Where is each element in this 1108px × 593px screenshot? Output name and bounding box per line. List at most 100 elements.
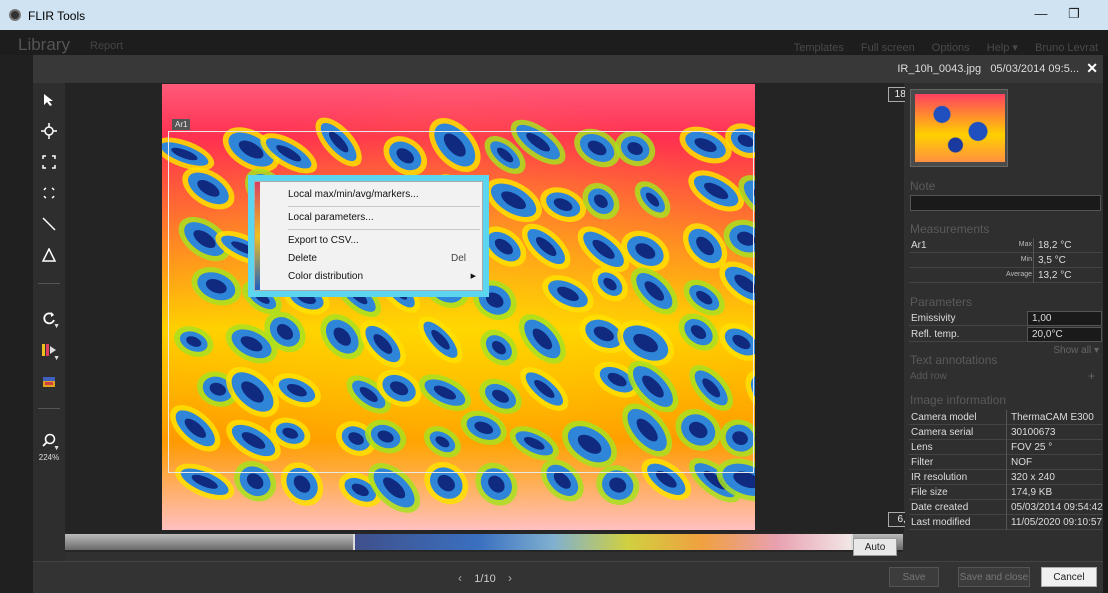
fusion-icon[interactable]	[33, 367, 65, 397]
help-link[interactable]: Help ▾	[987, 42, 1018, 54]
info-value: 30100673	[1006, 425, 1056, 440]
image-editor-dialog: IR_10h_0043.jpg 05/03/2014 09:5... ✕ ▼ ▼…	[33, 55, 1103, 593]
emissivity-input[interactable]: 1,00	[1027, 311, 1102, 326]
add-row-label[interactable]: Add row	[910, 371, 947, 382]
file-info: IR_10h_0043.jpg 05/03/2014 09:5...	[897, 63, 1079, 75]
info-value: 11/05/2020 09:10:57	[1006, 515, 1102, 530]
spot-icon[interactable]	[33, 116, 65, 146]
info-row: Lens FOV 25 °	[909, 440, 1102, 455]
zoom-level: 224%	[38, 453, 60, 462]
editor-header: IR_10h_0043.jpg 05/03/2014 09:5... ✕	[33, 55, 1103, 83]
info-key: Date created	[911, 502, 969, 513]
add-row-plus-icon[interactable]: +	[1088, 369, 1095, 383]
menu-item-label: Color distribution	[288, 271, 364, 282]
palette-icon[interactable]: ▼	[33, 335, 65, 365]
box-icon[interactable]	[33, 147, 65, 177]
note-input[interactable]	[910, 195, 1101, 211]
measurement-name: Ar1	[911, 240, 927, 251]
thermal-image[interactable]: Ar1	[162, 84, 755, 530]
info-key: Filter	[911, 457, 934, 468]
page-indicator: 1/10	[474, 573, 496, 585]
info-row: Last modified 11/05/2020 09:10:57	[909, 515, 1102, 530]
info-key: IR resolution	[911, 472, 968, 483]
window-title: FLIR Tools	[28, 9, 86, 23]
menu-item-local-parameters[interactable]: Local parameters...	[260, 209, 482, 227]
delta-icon[interactable]	[33, 240, 65, 270]
zoom-icon[interactable]: ▼	[33, 425, 65, 455]
info-key: Lens	[911, 442, 933, 453]
background-sidebar	[0, 55, 33, 593]
save-and-close-button[interactable]: Save and close	[958, 567, 1030, 587]
pointer-icon[interactable]	[33, 85, 65, 115]
restore-button[interactable]: ❐	[1064, 6, 1084, 24]
options-link[interactable]: Options	[932, 42, 970, 54]
menu-item-label: Export to CSV...	[288, 235, 359, 246]
info-key: Last modified	[911, 517, 971, 528]
note-heading: Note	[910, 179, 936, 193]
minimize-button[interactable]: —	[1031, 6, 1051, 24]
info-value: 05/03/2014 09:54:42	[1006, 500, 1103, 515]
measurement-value: 18,2 °C	[1033, 238, 1071, 253]
next-image-icon[interactable]: ›	[508, 571, 512, 585]
measurement-value: 13,2 °C	[1033, 268, 1071, 283]
window-titlebar: FLIR Tools — ❐	[0, 0, 1108, 30]
thumbnail-image	[915, 94, 1005, 162]
tool-separator	[38, 408, 60, 409]
info-key: Camera serial	[911, 427, 974, 438]
user-link[interactable]: Bruno Levrat	[1035, 42, 1098, 54]
previous-image-icon[interactable]: ‹	[458, 571, 462, 585]
submenu-arrow-icon: ▶	[470, 273, 476, 280]
image-canvas[interactable]: Ar1 Local max/min/avg/markers... Local p…	[65, 83, 932, 533]
measurement-stat: Max	[1018, 241, 1032, 248]
line-icon[interactable]	[33, 209, 65, 239]
full-screen-link[interactable]: Full screen	[861, 42, 915, 54]
image-information-heading: Image information	[910, 393, 1007, 407]
report-tab[interactable]: Report	[90, 40, 123, 52]
info-row: Date created 05/03/2014 09:54:42	[909, 500, 1103, 515]
tool-separator	[38, 283, 60, 284]
refl-temp-input[interactable]: 20,0°C	[1027, 327, 1102, 342]
menu-shortcut: Del	[450, 253, 466, 264]
measurement-stat: Min	[1020, 256, 1032, 263]
info-key: Camera model	[911, 412, 977, 423]
pager: ‹ 1/10 ›	[445, 571, 525, 585]
background-edge	[1103, 55, 1108, 593]
menu-item-local-markers[interactable]: Local max/min/avg/markers...	[260, 186, 482, 204]
menu-item-export-csv[interactable]: Export to CSV...	[260, 232, 482, 250]
measurement-row[interactable]: Min 3,5 °C	[909, 253, 1102, 268]
info-row: Camera model ThermaCAM E300	[909, 410, 1102, 425]
measurement-row[interactable]: Ar1 Max 18,2 °C	[909, 238, 1102, 253]
cancel-button[interactable]: Cancel	[1041, 567, 1097, 587]
templates-link[interactable]: Templates	[794, 42, 844, 54]
flir-tools-app: FLIR Tools — ❐ Library Report Templates …	[0, 0, 1108, 593]
menu-item-delete[interactable]: Delete Del	[260, 250, 482, 268]
info-value: ThermaCAM E300	[1006, 410, 1094, 425]
histogram-range-bar[interactable]	[65, 532, 903, 552]
show-all-link[interactable]: Show all ▾	[1053, 345, 1099, 356]
flir-app-icon	[9, 9, 21, 21]
roi-label: Ar1	[172, 119, 191, 130]
tool-rail: ▼ ▼ ▼ 224%	[33, 83, 65, 561]
parameter-row-emissivity: Emissivity 1,00	[909, 311, 1102, 326]
rotate-icon[interactable]: ▼	[33, 303, 65, 333]
auto-button[interactable]: Auto	[853, 538, 897, 556]
menu-item-color-distribution[interactable]: Color distribution ▶	[260, 268, 482, 286]
info-value: FOV 25 °	[1006, 440, 1052, 455]
menu-separator	[288, 206, 480, 207]
save-button[interactable]: Save	[889, 567, 939, 587]
info-row: IR resolution 320 x 240	[909, 470, 1102, 485]
image-thumbnail[interactable]	[910, 89, 1008, 167]
menu-separator	[288, 229, 480, 230]
measurement-stat: Average	[1006, 271, 1032, 278]
menu-item-label: Delete	[288, 253, 317, 264]
measurement-row[interactable]: Average 13,2 °C	[909, 268, 1102, 283]
info-row: Filter NOF	[909, 455, 1102, 470]
circle-icon[interactable]	[33, 178, 65, 208]
close-icon[interactable]: ✕	[1086, 60, 1098, 77]
chevron-down-icon: ▼	[53, 445, 60, 452]
library-tab[interactable]: Library	[18, 35, 70, 55]
info-value: NOF	[1006, 455, 1032, 470]
parameter-name: Refl. temp.	[911, 329, 960, 340]
properties-panel: Note Measurements Ar1 Max 18,2 °C Min 3,…	[905, 83, 1103, 561]
range-selection[interactable]	[353, 534, 853, 550]
